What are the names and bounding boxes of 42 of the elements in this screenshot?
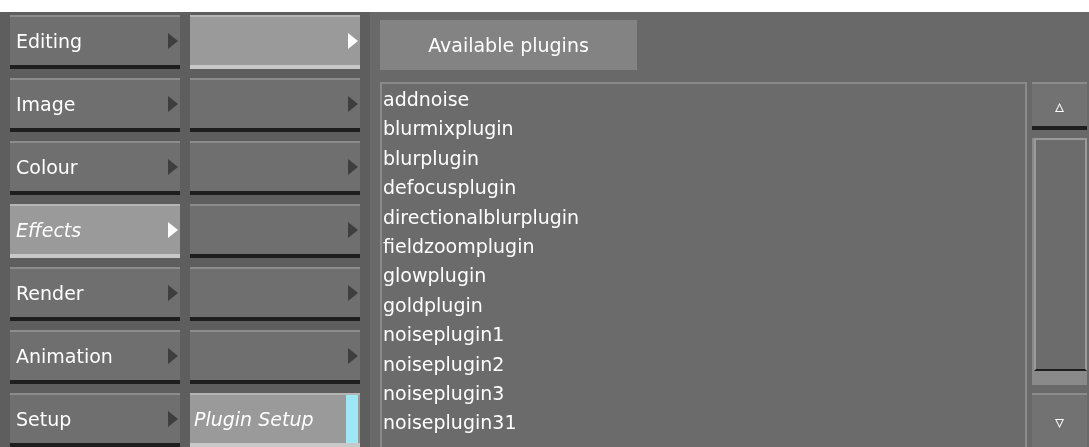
arrow-icon	[168, 96, 178, 112]
menu-button[interactable]: Render	[10, 267, 180, 321]
submenu-button[interactable]: Plugin Setup	[190, 393, 360, 447]
list-item[interactable]: goldplugin	[383, 290, 1025, 321]
list-item[interactable]: noiseplugin2	[383, 349, 1025, 380]
arrow-icon	[348, 222, 358, 238]
list-item[interactable]: noiseplugin31	[383, 408, 1025, 438]
arrow-icon	[348, 285, 358, 301]
menu-button[interactable]: Editing	[10, 15, 180, 69]
list-item[interactable]: addnoise	[383, 85, 1025, 115]
arrow-icon	[348, 96, 358, 112]
submenu-button[interactable]	[190, 330, 360, 384]
submenu-button[interactable]	[190, 267, 360, 321]
submenu-button[interactable]	[190, 204, 360, 258]
list-item[interactable]: fieldzoomplugin	[383, 232, 1025, 262]
menu-button[interactable]: Colour	[10, 141, 180, 195]
menu-button[interactable]: Setup	[10, 393, 180, 447]
list-item[interactable]: directionalblurplugin	[383, 202, 1025, 233]
active-indicator	[346, 395, 358, 443]
arrow-icon	[168, 348, 178, 364]
menu-button[interactable]: Image	[10, 78, 180, 132]
list-item[interactable]: blurmixplugin	[383, 114, 1025, 144]
arrow-icon	[348, 33, 358, 49]
scroll-up-button[interactable]: ▵	[1032, 82, 1087, 130]
menu-button[interactable]: Effects	[10, 204, 180, 258]
panel-title: Available plugins	[380, 20, 637, 70]
scroll-down-button[interactable]: ▿	[1032, 393, 1087, 447]
list-item[interactable]: defocusplugin	[383, 173, 1025, 203]
list-item[interactable]: glowplugin	[383, 261, 1025, 291]
list-item[interactable]: blurplugin	[383, 143, 1025, 174]
arrow-icon	[168, 33, 178, 49]
list-item[interactable]: noiseplugin1	[383, 320, 1025, 350]
submenu-button[interactable]	[190, 141, 360, 195]
menu-button[interactable]: Animation	[10, 330, 180, 384]
arrow-icon	[168, 411, 178, 427]
arrow-icon	[168, 159, 178, 175]
arrow-icon	[348, 159, 358, 175]
arrow-icon	[168, 285, 178, 301]
submenu-button[interactable]	[190, 78, 360, 132]
arrow-icon	[168, 222, 178, 238]
list-item[interactable]: noiseplugin3	[383, 379, 1025, 409]
arrow-icon	[348, 348, 358, 364]
